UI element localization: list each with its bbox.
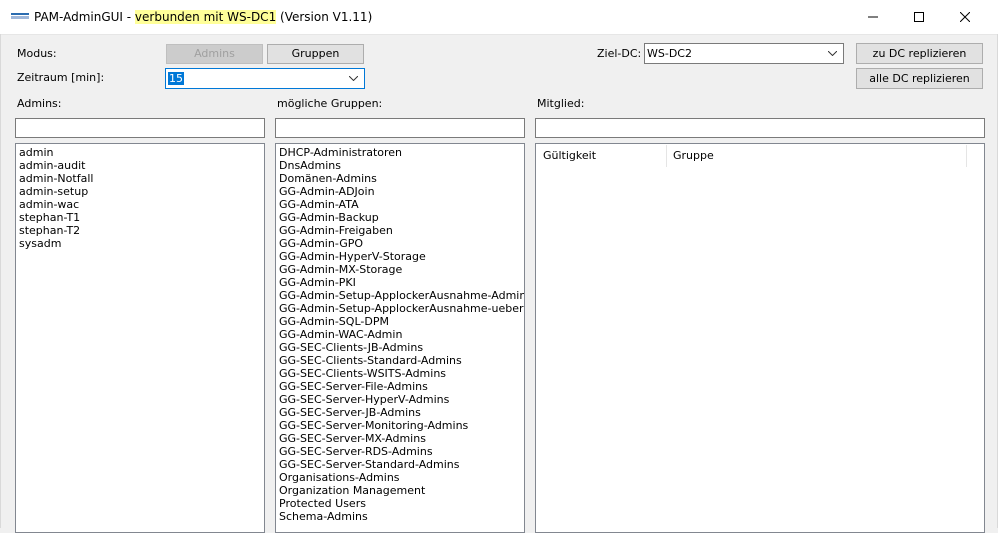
group-list-item[interactable]: DnsAdmins <box>279 159 521 172</box>
member-label: Mitglied: <box>537 97 585 110</box>
group-list-item[interactable]: Schema-Admins <box>279 510 521 523</box>
group-list-item[interactable]: GG-SEC-Clients-WSITS-Admins <box>279 367 521 380</box>
admins-list[interactable]: admin admin-audit admin-Notfall admin-setup… <box>15 143 265 533</box>
group-list-item[interactable]: GG-SEC-Server-RDS-Admins <box>279 445 521 458</box>
admin-list-item[interactable]: sysadm <box>19 237 261 250</box>
group-list-item[interactable]: GG-Admin-WAC-Admin <box>279 328 521 341</box>
zeitraum-label: Zeitraum [min]: <box>17 71 105 84</box>
member-filter-input[interactable] <box>535 118 985 138</box>
group-list-item[interactable]: GG-Admin-GPO <box>279 237 521 250</box>
member-list-header: Gültigkeit Gruppe <box>537 145 967 167</box>
window-title: PAM-AdminGUI - verbunden mit WS-DC1 (Ver… <box>34 10 373 24</box>
group-list-item[interactable]: DHCP-Administratoren <box>279 146 521 159</box>
group-list-item[interactable]: GG-SEC-Server-Standard-Admins <box>279 458 521 471</box>
replicate-dc-button[interactable]: zu DC replizieren <box>856 43 983 64</box>
group-list-item[interactable]: GG-SEC-Server-HyperV-Admins <box>279 393 521 406</box>
zieldc-label: Ziel-DC: <box>597 47 642 60</box>
close-button[interactable] <box>942 0 988 34</box>
group-list-item[interactable]: GG-Admin-SQL-DPM <box>279 315 521 328</box>
group-list-item[interactable]: Domänen-Admins <box>279 172 521 185</box>
title-bar: PAM-AdminGUI - verbunden mit WS-DC1 (Ver… <box>0 0 998 35</box>
group-list-item[interactable]: GG-SEC-Clients-JB-Admins <box>279 341 521 354</box>
group-list-item[interactable]: GG-Admin-HyperV-Storage <box>279 250 521 263</box>
zeitraum-value: 15 <box>168 72 184 85</box>
group-list-item[interactable]: GG-SEC-Clients-Standard-Admins <box>279 354 521 367</box>
modus-label: Modus: <box>17 47 57 60</box>
gruppen-mode-button[interactable]: Gruppen <box>267 44 364 64</box>
group-list-item[interactable]: GG-SEC-Server-MX-Admins <box>279 432 521 445</box>
admin-list-item[interactable]: stephan-T1 <box>19 211 261 224</box>
admin-list-item[interactable]: admin-audit <box>19 159 261 172</box>
member-listview[interactable]: Gültigkeit Gruppe <box>535 143 985 533</box>
groups-filter-input[interactable] <box>275 118 525 138</box>
admins-label: Admins: <box>17 97 62 110</box>
groups-label: mögliche Gruppen: <box>277 97 383 110</box>
group-list-item[interactable]: GG-Admin-ATA <box>279 198 521 211</box>
admin-list-item[interactable]: admin-Notfall <box>19 172 261 185</box>
group-list-item[interactable]: GG-Admin-MX-Storage <box>279 263 521 276</box>
group-list-item[interactable]: Protected Users <box>279 497 521 510</box>
groups-list[interactable]: DHCP-Administratoren DnsAdmins Domänen-Adm… <box>275 143 525 533</box>
zeitraum-select[interactable]: 15 <box>165 68 365 89</box>
client-area: Modus: Admins Gruppen Ziel-DC: WS-DC2 zu… <box>0 34 998 533</box>
group-list-item[interactable]: GG-Admin-Setup-ApplockerAusnahme-ueberal… <box>279 302 524 315</box>
group-list-item[interactable]: GG-SEC-Server-JB-Admins <box>279 406 521 419</box>
column-header-gueltigkeit[interactable]: Gültigkeit <box>537 145 667 167</box>
admins-filter-input[interactable] <box>15 118 265 138</box>
connection-status: verbunden mit WS-DC1 <box>134 10 277 24</box>
group-list-item[interactable]: GG-SEC-Server-Monitoring-Admins <box>279 419 521 432</box>
admin-list-item[interactable]: stephan-T2 <box>19 224 261 237</box>
admin-list-item[interactable]: admin-wac <box>19 198 261 211</box>
admin-list-item[interactable]: admin-setup <box>19 185 261 198</box>
chevron-down-icon <box>828 51 837 56</box>
chevron-down-icon <box>349 76 358 81</box>
group-list-item[interactable]: GG-Admin-Setup-ApplockerAusnahme-AdminDi… <box>279 289 524 302</box>
zieldc-value: WS-DC2 <box>647 47 692 60</box>
close-icon <box>960 12 970 22</box>
admin-list-item[interactable]: admin <box>19 146 261 159</box>
group-list-item[interactable]: Organisations-Admins <box>279 471 521 484</box>
zieldc-select[interactable]: WS-DC2 <box>644 43 844 64</box>
maximize-button[interactable] <box>896 0 942 34</box>
minimize-button[interactable] <box>850 0 896 34</box>
admins-mode-button[interactable]: Admins <box>166 44 263 64</box>
maximize-icon <box>914 12 924 22</box>
group-list-item[interactable]: GG-SEC-Server-File-Admins <box>279 380 521 393</box>
group-list-item[interactable]: GG-Admin-ADJoin <box>279 185 521 198</box>
group-list-item[interactable]: GG-Admin-Backup <box>279 211 521 224</box>
minimize-icon <box>868 16 878 18</box>
group-list-item[interactable]: GG-Admin-Freigaben <box>279 224 521 237</box>
app-icon <box>11 13 29 19</box>
replicate-all-button[interactable]: alle DC replizieren <box>856 68 983 89</box>
group-list-item[interactable]: GG-Admin-PKI <box>279 276 521 289</box>
group-list-item[interactable]: Organization Management <box>279 484 521 497</box>
column-header-gruppe[interactable]: Gruppe <box>667 145 967 167</box>
